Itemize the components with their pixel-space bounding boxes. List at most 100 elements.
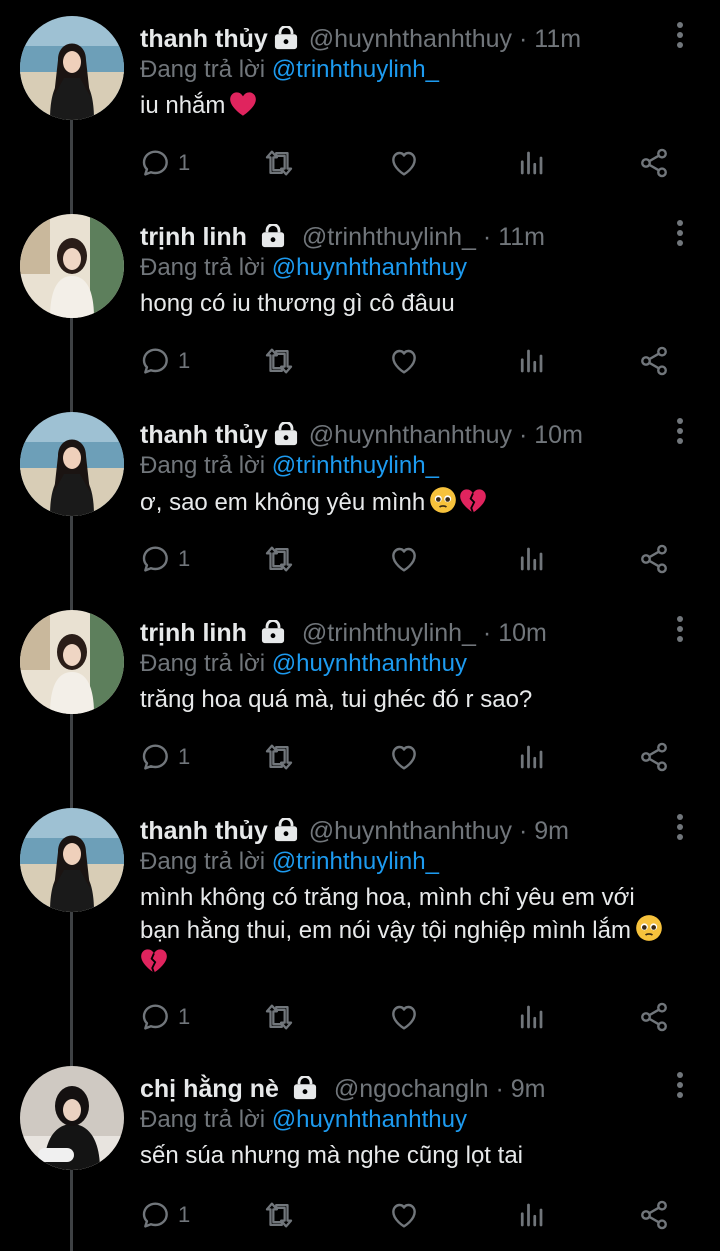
separator-dot: · <box>518 25 528 53</box>
display-name[interactable]: thanh thủy <box>140 421 268 449</box>
replying-to-label: Đang trả lời <box>140 848 272 875</box>
share-button[interactable] <box>638 146 670 180</box>
like-button[interactable] <box>388 1000 420 1034</box>
mention-link[interactable]: @trinhthuylinh_ <box>272 452 439 479</box>
display-name[interactable]: trịnh linh <box>140 223 247 251</box>
timestamp[interactable]: 11m <box>534 25 581 53</box>
like-button[interactable] <box>388 740 420 774</box>
action-bar: 1 <box>140 1198 680 1232</box>
retweet-icon <box>262 740 296 774</box>
tweet-header: trịnh linh @trinhthuylinh_ · 10m <box>140 616 660 652</box>
timestamp[interactable]: 10m <box>534 421 583 449</box>
share-button[interactable] <box>638 740 670 774</box>
avatar[interactable] <box>20 610 124 714</box>
lock-icon <box>291 1076 319 1100</box>
separator-dot: · <box>518 817 528 845</box>
retweet-button[interactable] <box>262 542 296 576</box>
retweet-button[interactable] <box>262 146 296 180</box>
display-name[interactable]: chị hằng nè <box>140 1075 279 1103</box>
more-icon[interactable] <box>670 614 690 644</box>
mention-link[interactable]: @trinhthuylinh_ <box>272 56 439 83</box>
user-handle[interactable]: @ngochangln <box>334 1075 489 1103</box>
replying-to-label: Đang trả lời <box>140 650 272 677</box>
avatar[interactable] <box>20 214 124 318</box>
user-handle[interactable]: @trinhthuylinh_ <box>302 619 476 647</box>
share-button[interactable] <box>638 344 670 378</box>
avatar[interactable] <box>20 412 124 516</box>
more-icon[interactable] <box>670 1070 690 1100</box>
views-button[interactable] <box>516 146 546 180</box>
mention-link[interactable]: @huynhthanhthuy <box>272 254 467 281</box>
timestamp[interactable]: 9m <box>534 817 569 845</box>
reply-button[interactable]: 1 <box>140 542 190 576</box>
pleading-face-emoji <box>430 487 457 513</box>
user-handle[interactable]: @huynhthanhthuy <box>309 421 512 449</box>
views-button[interactable] <box>516 1198 546 1232</box>
reply-button[interactable]: 1 <box>140 1000 190 1034</box>
views-button[interactable] <box>516 344 546 378</box>
user-handle[interactable]: @trinhthuylinh_ <box>302 223 476 251</box>
retweet-button[interactable] <box>262 740 296 774</box>
display-name[interactable]: thanh thủy <box>140 817 268 845</box>
retweet-button[interactable] <box>262 1198 296 1232</box>
retweet-button[interactable] <box>262 344 296 378</box>
retweet-icon <box>262 1198 296 1232</box>
tweet[interactable]: trịnh linh @trinhthuylinh_ · 11m Đang tr… <box>0 198 720 396</box>
retweet-button[interactable] <box>262 1000 296 1034</box>
views-icon <box>516 148 546 178</box>
reply-button[interactable]: 1 <box>140 146 190 180</box>
reply-count: 1 <box>178 348 191 373</box>
like-button[interactable] <box>388 542 420 576</box>
share-icon <box>638 1199 670 1231</box>
reply-count: 1 <box>178 744 191 769</box>
user-handle[interactable]: @huynhthanhthuy <box>309 25 512 53</box>
replying-to: Đang trả lời @huynhthanhthuy <box>140 1104 467 1136</box>
timestamp[interactable]: 9m <box>511 1075 546 1103</box>
avatar[interactable] <box>20 808 124 912</box>
like-button[interactable] <box>388 1198 420 1232</box>
share-icon <box>638 543 670 575</box>
reply-button[interactable]: 1 <box>140 740 190 774</box>
views-button[interactable] <box>516 740 546 774</box>
display-name[interactable]: trịnh linh <box>140 619 247 647</box>
share-button[interactable] <box>638 542 670 576</box>
reply-icon <box>140 543 172 575</box>
views-button[interactable] <box>516 542 546 576</box>
display-name[interactable]: thanh thủy <box>140 25 268 53</box>
more-icon[interactable] <box>670 218 690 248</box>
user-handle[interactable]: @huynhthanhthuy <box>309 817 512 845</box>
action-bar: 1 <box>140 740 680 774</box>
share-button[interactable] <box>638 1198 670 1232</box>
tweet[interactable]: chị hằng nè @ngochangln · 9m Đang trả lờ… <box>0 1050 720 1251</box>
tweet[interactable]: thanh thủy @huynhthanhthuy · 9m Đang trả… <box>0 792 720 1052</box>
like-icon <box>388 1001 420 1033</box>
mention-link[interactable]: @huynhthanhthuy <box>272 1106 467 1133</box>
mention-link[interactable]: @huynhthanhthuy <box>272 650 467 677</box>
more-icon[interactable] <box>670 812 690 842</box>
like-icon <box>388 741 420 773</box>
reply-count: 1 <box>178 1202 191 1227</box>
lock-icon <box>274 818 298 842</box>
tweet[interactable]: trịnh linh @trinhthuylinh_ · 10m Đang tr… <box>0 594 720 792</box>
retweet-icon <box>262 146 296 180</box>
mention-link[interactable]: @trinhthuylinh_ <box>272 848 439 875</box>
like-button[interactable] <box>388 344 420 378</box>
reply-button[interactable]: 1 <box>140 344 190 378</box>
replying-to: Đang trả lời @trinhthuylinh_ <box>140 54 439 86</box>
replying-to-label: Đang trả lời <box>140 254 272 281</box>
more-icon[interactable] <box>670 20 690 50</box>
reply-button[interactable]: 1 <box>140 1198 190 1232</box>
timestamp[interactable]: 10m <box>498 619 547 647</box>
share-button[interactable] <box>638 1000 670 1034</box>
like-button[interactable] <box>388 146 420 180</box>
replying-to: Đang trả lời @trinhthuylinh_ <box>140 846 439 878</box>
reply-icon <box>140 741 172 773</box>
more-icon[interactable] <box>670 416 690 446</box>
broken-heart-emoji <box>141 949 167 973</box>
avatar[interactable] <box>20 16 124 120</box>
tweet[interactable]: thanh thủy @huynhthanhthuy · 11m Đang tr… <box>0 0 720 198</box>
tweet[interactable]: thanh thủy @huynhthanhthuy · 10m Đang tr… <box>0 396 720 594</box>
avatar[interactable] <box>20 1066 124 1170</box>
views-button[interactable] <box>516 1000 546 1034</box>
timestamp[interactable]: 11m <box>498 223 545 251</box>
